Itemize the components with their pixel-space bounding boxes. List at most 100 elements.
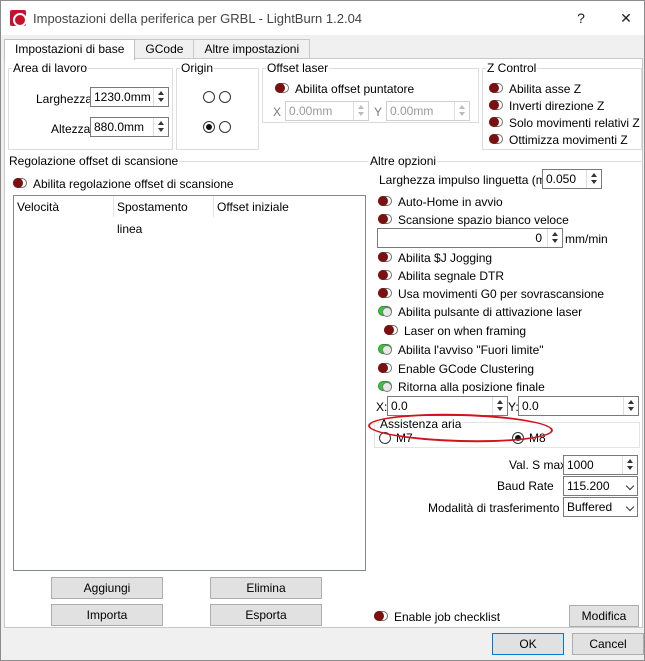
column-header-line-shift[interactable]: Spostamento linea [114, 196, 214, 236]
baud-rate-label: Baud Rate [497, 479, 554, 493]
export-button[interactable]: Esporta [210, 604, 322, 626]
width-stepper-icon[interactable] [153, 88, 168, 106]
modify-button[interactable]: Modifica [569, 605, 639, 627]
work-area-group: Area di lavoro Larghezza 1230.0mm Altezz… [8, 61, 173, 150]
tab-panel: Area di lavoro Larghezza 1230.0mm Altezz… [4, 58, 643, 628]
scan-offset-title: Regolazione offset di scansione [8, 154, 180, 168]
baud-rate-select[interactable]: 115.200 [563, 476, 638, 496]
delete-button[interactable]: Elimina [210, 577, 322, 599]
s-max-label: Val. S max [509, 458, 567, 472]
z-invert-toggle[interactable] [489, 100, 503, 110]
offset-y-label: Y [374, 105, 383, 119]
gcode-clustering-toggle[interactable] [378, 363, 392, 373]
column-header-speed[interactable]: Velocità [14, 196, 114, 217]
out-of-bounds-label: Abilita l'avviso "Fuori limite" [398, 343, 544, 357]
offset-laser-title: Offset laser [266, 61, 330, 75]
close-button[interactable]: ✕ [611, 6, 641, 30]
origin-bottom-right-radio[interactable] [219, 121, 231, 133]
transfer-mode-label: Modalità di trasferimento [428, 501, 560, 515]
work-area-title: Area di lavoro [12, 61, 89, 75]
pointer-offset-label: Abilita offset puntatore [295, 82, 415, 96]
column-header-start-offset[interactable]: Offset iniziale [214, 196, 365, 217]
g0-overscan-toggle[interactable] [378, 288, 392, 298]
fast-whitespace-spinbox[interactable]: 0 [377, 228, 563, 248]
s-max-stepper-icon[interactable] [622, 456, 637, 474]
fire-button-label: Abilita pulsante di attivazione laser [398, 305, 583, 319]
scan-offset-table[interactable]: Velocità Spostamento linea Offset inizia… [13, 195, 366, 571]
offset-laser-group: Offset laser Abilita offset puntatore X … [262, 61, 479, 123]
auto-home-toggle[interactable] [378, 196, 392, 206]
window-title: Impostazioni della periferica per GRBL -… [33, 11, 363, 26]
origin-bottom-left-radio[interactable] [203, 121, 215, 133]
z-control-group: Z Control Abilita asse Z Inverti direzio… [482, 61, 642, 150]
title-bar: Impostazioni della periferica per GRBL -… [1, 1, 644, 35]
finish-x-stepper-icon[interactable] [492, 397, 507, 415]
tab-bar: Impostazioni di base GCode Altre imposta… [4, 39, 311, 60]
dtr-label: Abilita segnale DTR [398, 269, 505, 283]
offset-x-spinbox[interactable]: 0.00mm [285, 101, 369, 121]
height-label: Altezza [51, 122, 91, 136]
out-of-bounds-toggle[interactable] [378, 344, 392, 355]
width-spinbox[interactable]: 1230.0mm [90, 87, 169, 107]
origin-group: Origin [176, 61, 259, 150]
offset-x-stepper-icon[interactable] [353, 102, 368, 120]
z-relative-toggle[interactable] [489, 117, 503, 127]
z-optimize-toggle[interactable] [489, 134, 503, 144]
return-position-toggle[interactable] [378, 381, 392, 392]
height-stepper-icon[interactable] [153, 118, 168, 136]
settings-dialog: Impostazioni della periferica per GRBL -… [0, 0, 645, 661]
transfer-mode-select[interactable]: Buffered [563, 497, 638, 517]
tab-width-label: Larghezza impulso linguetta (mm) [379, 173, 560, 187]
offset-y-stepper-icon[interactable] [454, 102, 469, 120]
finish-x-label: X: [376, 400, 388, 414]
s-max-spinbox[interactable]: 1000 [563, 455, 638, 475]
dtr-toggle[interactable] [378, 270, 392, 280]
g0-overscan-label: Usa movimenti G0 per sovrascansione [398, 287, 605, 301]
z-invert-label: Inverti direzione Z [509, 99, 605, 113]
chevron-down-icon [625, 481, 635, 491]
finish-y-stepper-icon[interactable] [623, 397, 638, 415]
tab-width-spinbox[interactable]: 0.050 [542, 169, 602, 189]
z-relative-label: Solo movimenti relativi Z [509, 116, 640, 130]
tab-other-settings[interactable]: Altre impostazioni [193, 39, 311, 59]
width-label: Larghezza [36, 92, 93, 106]
origin-top-right-radio[interactable] [219, 91, 231, 103]
ok-button[interactable]: OK [492, 633, 564, 655]
fast-whitespace-label: Scansione spazio bianco veloce [398, 213, 569, 227]
fast-whitespace-toggle[interactable] [378, 214, 392, 224]
fast-whitespace-unit: mm/min [565, 232, 608, 246]
origin-title: Origin [180, 61, 215, 75]
fast-whitespace-stepper-icon[interactable] [547, 229, 562, 247]
gcode-clustering-label: Enable GCode Clustering [398, 362, 535, 376]
jogging-toggle[interactable] [378, 252, 392, 262]
scan-offset-label: Abilita regolazione offset di scansione [33, 177, 234, 191]
offset-x-label: X [273, 105, 282, 119]
return-position-label: Ritorna alla posizione finale [398, 380, 545, 394]
z-axis-toggle[interactable] [489, 83, 503, 93]
jogging-label: Abilita $J Jogging [398, 251, 493, 265]
help-button[interactable]: ? [566, 6, 596, 30]
pointer-offset-toggle[interactable] [275, 83, 289, 93]
job-checklist-toggle[interactable] [374, 611, 388, 621]
finish-y-spinbox[interactable]: 0.0 [518, 396, 639, 416]
cancel-button[interactable]: Cancel [572, 633, 644, 655]
scan-offset-toggle[interactable] [13, 178, 27, 188]
import-button[interactable]: Importa [51, 604, 163, 626]
add-button[interactable]: Aggiungi [51, 577, 163, 599]
origin-top-left-radio[interactable] [203, 91, 215, 103]
z-control-title: Z Control [486, 61, 538, 75]
z-optimize-label: Ottimizza movimenti Z [509, 133, 628, 147]
tab-basic-settings[interactable]: Impostazioni di base [4, 39, 136, 60]
fire-button-toggle[interactable] [378, 306, 392, 317]
offset-y-spinbox[interactable]: 0.00mm [386, 101, 470, 121]
height-spinbox[interactable]: 880.0mm [90, 117, 169, 137]
auto-home-label: Auto-Home in avvio [398, 195, 503, 209]
laser-framing-label: Laser on when framing [404, 324, 527, 338]
chevron-down-icon [625, 502, 635, 512]
other-options-title: Altre opzioni [369, 154, 438, 168]
tab-gcode[interactable]: GCode [134, 39, 195, 59]
tab-width-stepper-icon[interactable] [586, 170, 601, 188]
lightburn-logo-icon [10, 10, 26, 26]
z-axis-label: Abilita asse Z [509, 82, 582, 96]
laser-framing-toggle[interactable] [384, 325, 398, 335]
